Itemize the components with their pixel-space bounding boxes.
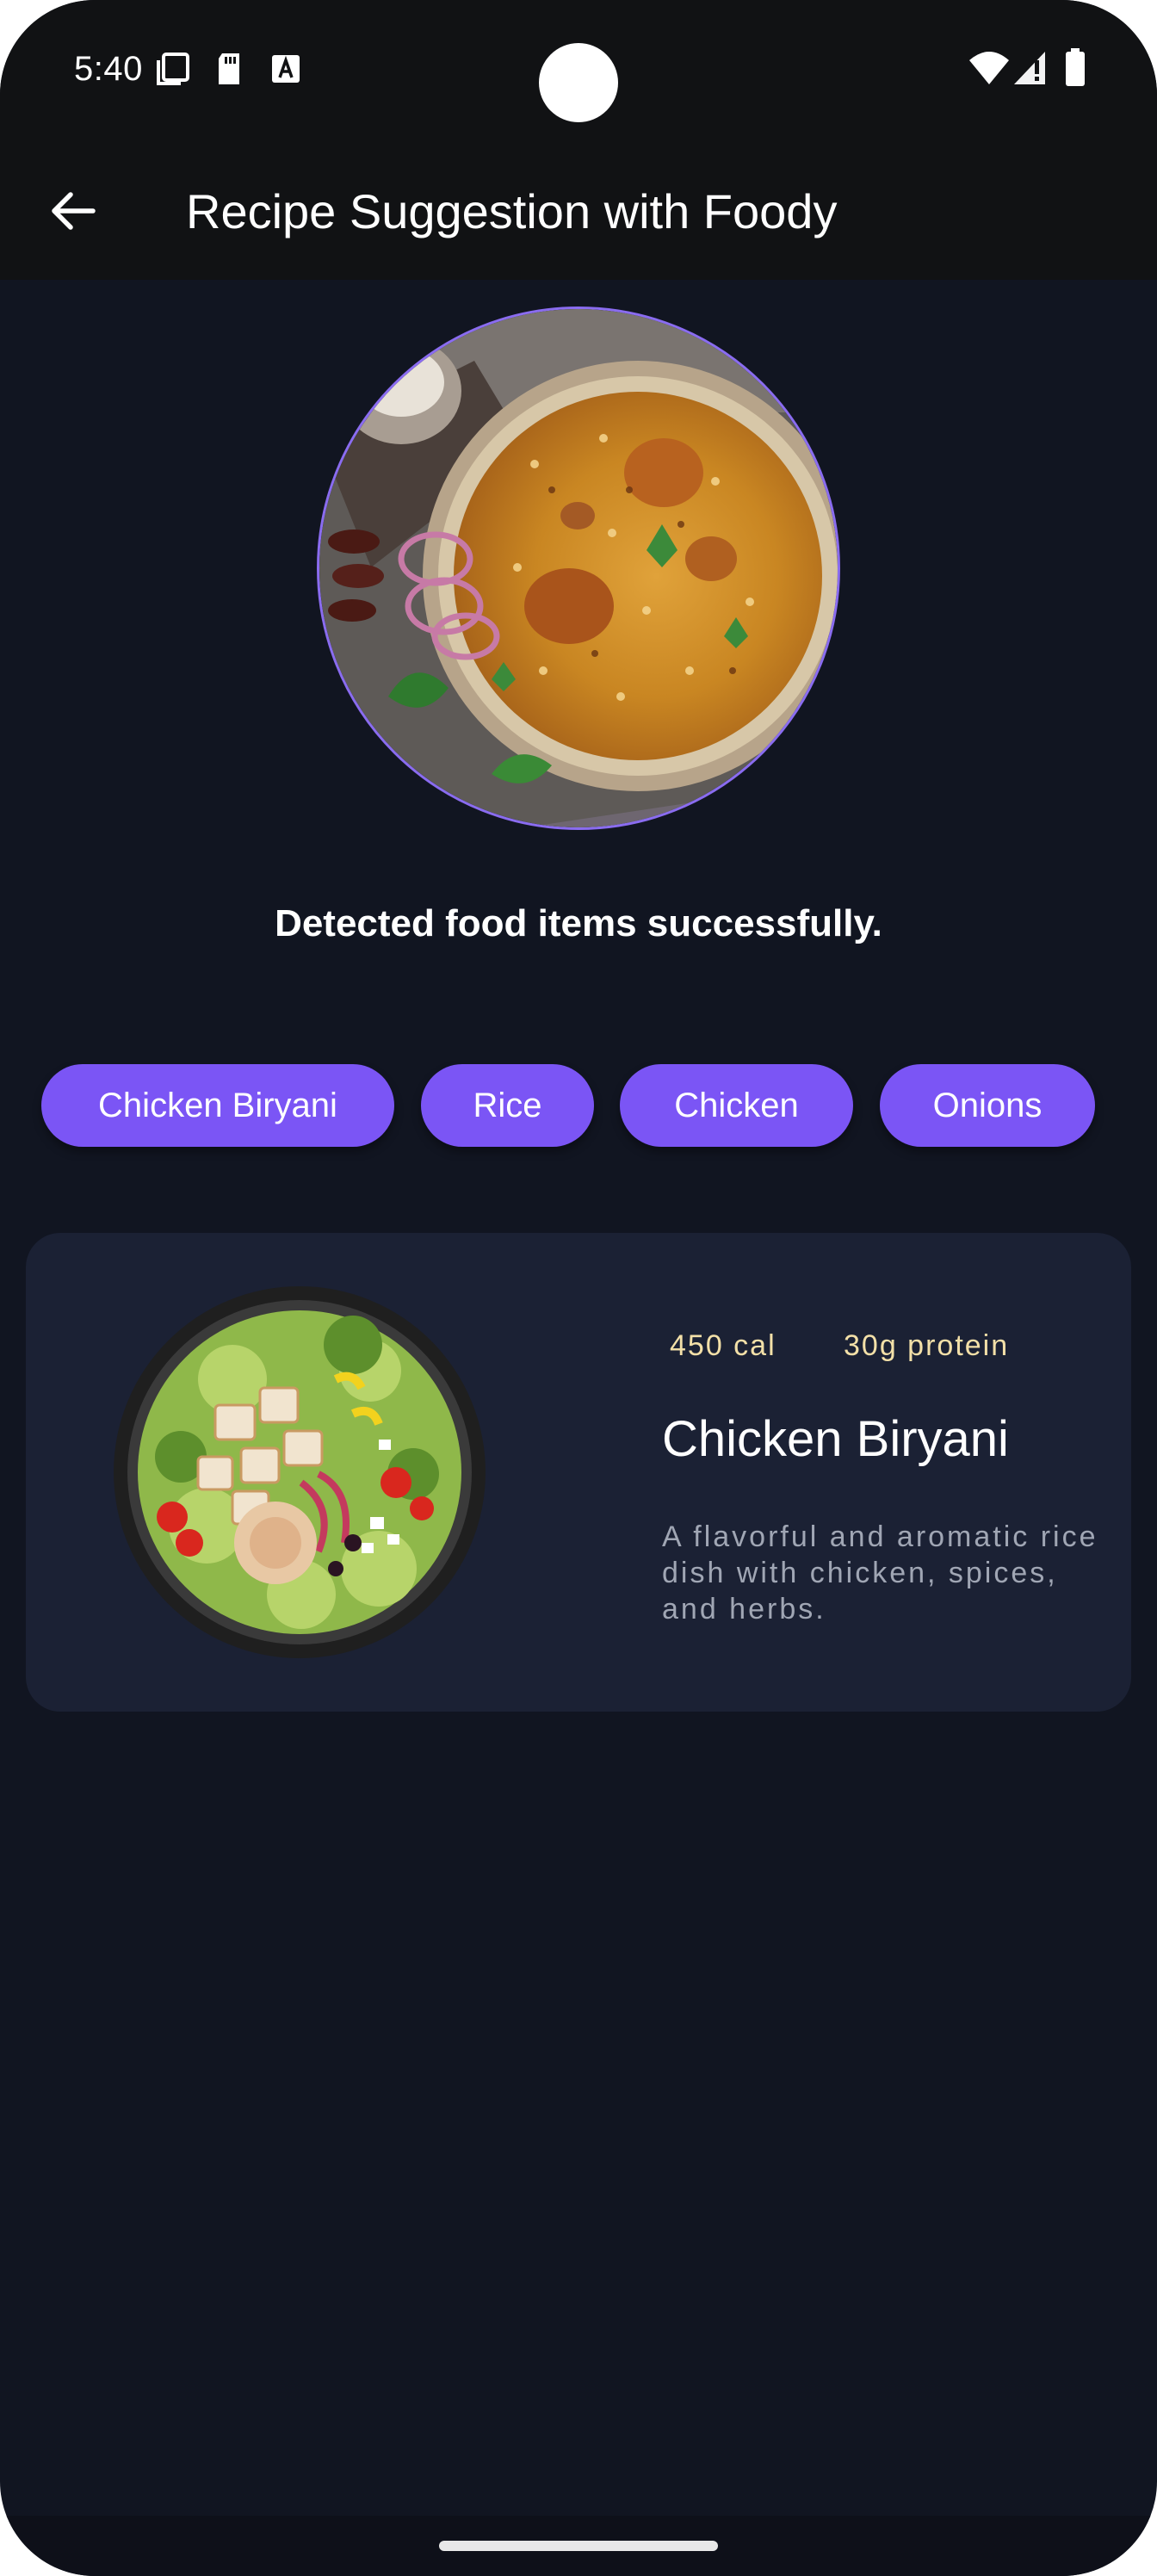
camera-cutout — [539, 43, 618, 122]
chip-chicken[interactable]: Chicken — [620, 1064, 853, 1147]
arrow-back-icon — [52, 192, 96, 230]
back-button[interactable] — [43, 181, 103, 241]
status-time: 5:40 — [74, 50, 143, 88]
sd-card-icon — [219, 53, 239, 84]
protein-label: 30g protein — [844, 1329, 1010, 1362]
salad-bowl-image — [114, 1286, 486, 1658]
detection-status-message: Detected food items successfully. — [275, 902, 882, 944]
chip-rice[interactable]: Rice — [421, 1064, 594, 1147]
app-bar: Recipe Suggestion with Foody — [0, 142, 1157, 280]
recipe-title: Chicken Biryani — [662, 1411, 1009, 1467]
battery-icon — [1066, 48, 1085, 86]
chip-onions[interactable]: Onions — [880, 1064, 1095, 1147]
wifi-icon — [969, 52, 1009, 84]
recipe-description: A flavorful and aromatic rice dish with … — [662, 1520, 1098, 1625]
calories-label: 450 cal — [670, 1329, 776, 1362]
uploaded-food-image — [317, 307, 840, 830]
page-title: Recipe Suggestion with Foody — [186, 184, 838, 238]
copy-notification-icon — [157, 53, 189, 85]
biryani-illustration — [319, 309, 838, 827]
device-screen: 5:40 Recipe Suggestion with Foody Detect… — [0, 0, 1157, 2576]
chip-chicken-biryani[interactable]: Chicken Biryani — [41, 1064, 394, 1147]
signal-icon — [1014, 52, 1045, 84]
status-bar: 5:40 — [0, 0, 1157, 142]
home-indicator[interactable] — [439, 2541, 718, 2551]
font-app-icon — [272, 55, 300, 83]
recipe-card[interactable]: 450 cal 30g protein Chicken Biryani A fl… — [26, 1233, 1131, 1712]
